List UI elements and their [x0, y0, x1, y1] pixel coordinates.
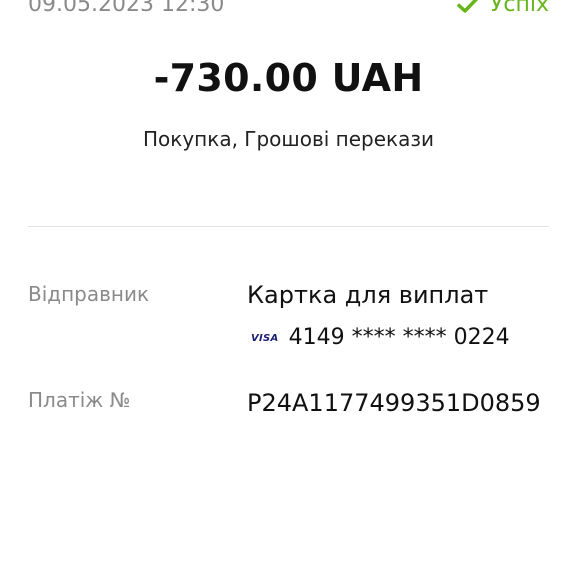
status-badge: Успіх	[456, 0, 549, 17]
status-label: Успіх	[489, 0, 549, 17]
payment-number-label: Платіж №	[28, 388, 131, 412]
transaction-amount: -730.00 UAH	[153, 56, 424, 100]
check-icon	[456, 0, 480, 17]
transaction-details-screen: 09.05.2023 12:30 Успіх -730.00 UAH Покуп…	[0, 0, 577, 577]
transaction-date: 09.05.2023 12:30	[28, 0, 225, 17]
masked-card-number: 4149 **** **** 0224	[288, 325, 510, 350]
visa-icon: VISA	[251, 332, 279, 344]
sender-card-name: Картка для виплат	[247, 281, 489, 309]
sender-card-details: VISA 4149 **** **** 0224	[251, 325, 510, 350]
payment-number-value: P24A1177499351D0859	[247, 389, 541, 417]
section-divider	[28, 226, 549, 227]
transaction-category: Покупка, Грошові перекази	[142, 127, 435, 151]
sender-label: Відправник	[28, 282, 150, 306]
